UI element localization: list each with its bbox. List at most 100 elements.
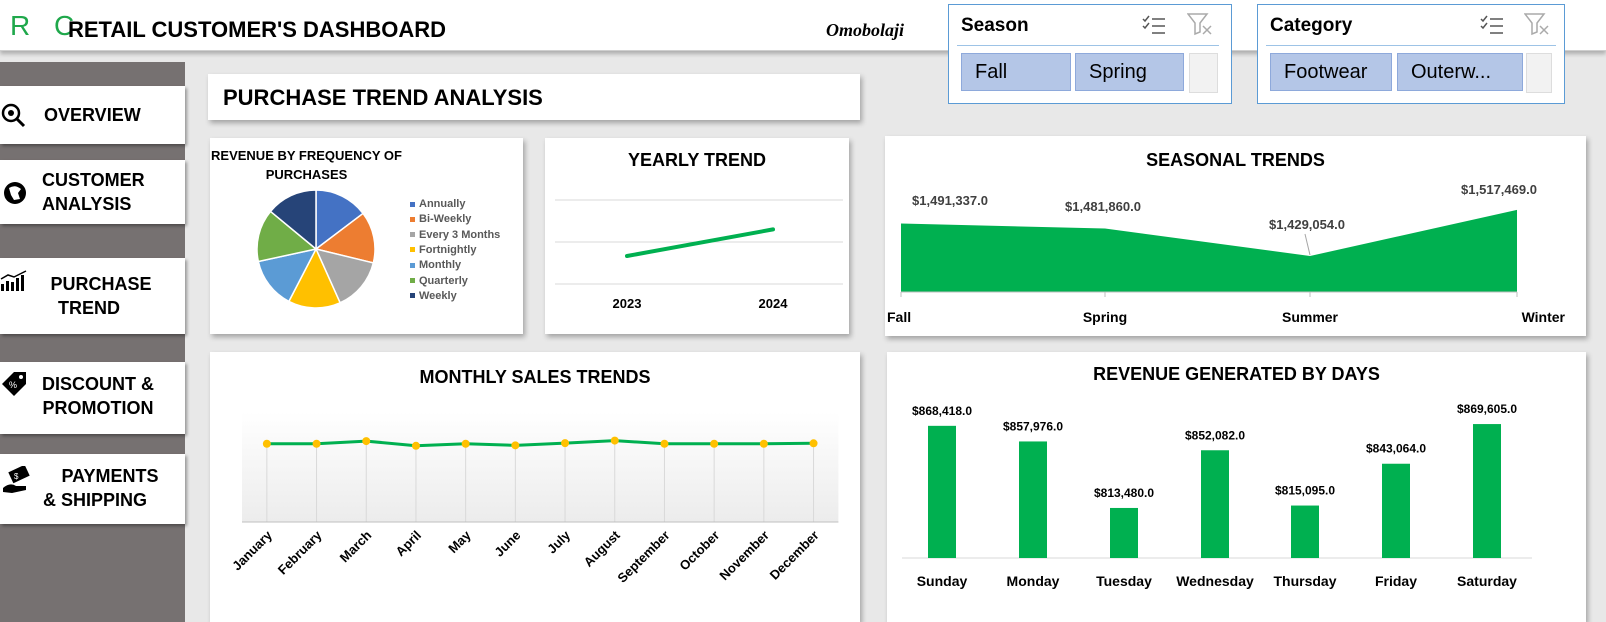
- season-scroll[interactable]: [1189, 53, 1218, 93]
- nav-customer-label-1: CUSTOMER: [42, 170, 145, 190]
- nav-purchase-label-1: PURCHASE: [50, 274, 152, 294]
- days-bar: [1110, 507, 1138, 558]
- monthly-x-label: June: [491, 528, 523, 560]
- plot-area: [242, 412, 839, 522]
- legend-swatch: [410, 201, 415, 207]
- dashboard-title: RETAIL CUSTOMER'S DASHBOARD: [68, 17, 447, 42]
- pie-chart: [256, 189, 376, 309]
- seasonal-x-label: Fall: [887, 309, 911, 325]
- days-bar: [1201, 450, 1229, 558]
- category-chip-outerwear[interactable]: Outerw...: [1397, 53, 1523, 91]
- multi-select-icon[interactable]: [1142, 14, 1166, 36]
- days-bar: [1019, 441, 1047, 558]
- category-chip-footwear[interactable]: Footwear: [1270, 53, 1392, 91]
- days-chart: $868,418.0 Sunday $857,976.0 Monday $813,480…: [902, 402, 1532, 589]
- monthly-x-label: October: [676, 528, 722, 574]
- pie-legend-item: Monthly: [410, 259, 461, 271]
- season-chip-fall[interactable]: Fall: [961, 53, 1071, 91]
- monthly-x-label: August: [581, 527, 624, 570]
- nav-overview-button[interactable]: OVERVIEW: [0, 86, 185, 144]
- monthly-point: [312, 439, 321, 448]
- monthly-point: [561, 439, 570, 448]
- days-bar: [1291, 505, 1319, 558]
- nav-purchase-trend-button[interactable]: PURCHASE TREND: [0, 258, 185, 334]
- nav-customer-label-2: ANALYSIS: [42, 194, 132, 214]
- category-slicer: Category Footwear Outerw...: [1257, 4, 1565, 104]
- days-data-label: $813,480.0: [1094, 486, 1154, 500]
- season-chip-spring[interactable]: Spring: [1075, 53, 1184, 91]
- seasonal-area: [901, 209, 1517, 292]
- category-scroll[interactable]: [1526, 53, 1552, 93]
- days-x-label: Friday: [1375, 573, 1417, 589]
- pie-legend-item: Quarterly: [410, 275, 468, 287]
- bar-chart-icon: [0, 270, 27, 291]
- clear-filter-icon[interactable]: [1524, 12, 1550, 36]
- monthly-x-label: November: [716, 528, 772, 584]
- multi-select-icon[interactable]: [1480, 14, 1504, 36]
- frequency-pie-card: REVENUE BY FREQUENCY OF PURCHASES Annual…: [210, 138, 523, 334]
- monthly-x-label: July: [544, 527, 574, 557]
- monthly-x-label: April: [393, 528, 425, 560]
- monthly-chart: January February March April May June July Augu…: [229, 412, 839, 586]
- days-data-label: $869,605.0: [1457, 402, 1517, 416]
- seasonal-x-label: Winter: [1522, 309, 1566, 325]
- days-data-label: $843,064.0: [1366, 442, 1426, 456]
- monthly-x-label: December: [767, 528, 822, 583]
- days-x-label: Wednesday: [1176, 573, 1254, 589]
- author-name: Omobolaji: [826, 20, 905, 40]
- pie-title-2: PURCHASES: [265, 167, 348, 182]
- days-x-label: Thursday: [1273, 573, 1336, 589]
- days-data-label: $868,418.0: [912, 404, 972, 418]
- seasonal-data-label: $1,429,054.0: [1269, 217, 1345, 232]
- monthly-point: [809, 439, 818, 448]
- days-bar: [928, 425, 956, 558]
- monthly-x-label: January: [229, 527, 275, 573]
- legend-swatch: [410, 247, 415, 253]
- days-data-label: $857,976.0: [1003, 419, 1063, 433]
- monthly-point: [411, 441, 420, 450]
- pie-legend-item: Every 3 Months: [410, 229, 500, 241]
- seasonal-data-label: $1,481,860.0: [1065, 199, 1141, 214]
- seasonal-trends-card: SEASONAL TRENDS $1,491,337.0 $1,481,860.0…: [885, 136, 1586, 336]
- season-slicer-title: Season: [961, 15, 1029, 36]
- globe-icon: [4, 182, 26, 204]
- season-slicer: Season Fall Spring: [948, 4, 1232, 104]
- magnifier-eye-icon: [1, 103, 26, 128]
- svg-text:$: $: [14, 472, 19, 481]
- monthly-point: [610, 436, 619, 445]
- seasonal-data-label: $1,491,337.0: [912, 193, 988, 208]
- legend-swatch: [410, 278, 415, 284]
- revenue-days-card: REVENUE GENERATED BY DAYS $868,418.0 Sund…: [887, 352, 1586, 622]
- yearly-x-label: 2024: [759, 296, 789, 311]
- nav-purchase-label-2: TREND: [58, 298, 120, 318]
- seasonal-x-label: Spring: [1083, 309, 1127, 325]
- days-bar: [1382, 463, 1410, 558]
- legend-swatch: [410, 293, 415, 299]
- nav-payments-label-1: PAYMENTS: [61, 466, 159, 486]
- days-bar: [1473, 424, 1501, 558]
- monthly-point: [262, 439, 271, 448]
- seasonal-data-label: $1,517,469.0: [1461, 182, 1537, 197]
- days-x-label: Sunday: [917, 573, 968, 589]
- pie-title-1: REVENUE BY FREQUENCY OF: [211, 148, 402, 163]
- nav-discount-label-1: DISCOUNT &: [42, 374, 154, 394]
- clear-filter-icon[interactable]: [1187, 12, 1213, 36]
- nav-discount-button[interactable]: % DISCOUNT & PROMOTION: [0, 362, 185, 434]
- monthly-point: [660, 439, 669, 448]
- pie-legend-item: Weekly: [410, 290, 457, 302]
- monthly-x-label: May: [445, 527, 474, 556]
- nav-payments-button[interactable]: $ PAYMENTS & SHIPPING: [0, 454, 185, 524]
- yearly-line: [625, 227, 775, 258]
- svg-text:%: %: [9, 380, 17, 390]
- page-title-card: PURCHASE TREND ANALYSIS: [208, 74, 860, 120]
- monthly-point: [362, 437, 371, 446]
- monthly-x-label: September: [614, 528, 672, 586]
- nav-overview-label: OVERVIEW: [44, 105, 141, 125]
- seasonal-chart: $1,491,337.0 $1,481,860.0 $1,429,054.0 $1,5…: [887, 182, 1566, 325]
- price-tag-icon: %: [2, 372, 26, 396]
- yearly-trend-card: YEARLY TREND 2023 2024: [545, 138, 849, 334]
- pie-legend-item: Bi-Weekly: [410, 213, 471, 225]
- days-x-label: Tuesday: [1096, 573, 1152, 589]
- days-x-label: Saturday: [1457, 573, 1517, 589]
- page-title: PURCHASE TREND ANALYSIS: [223, 85, 543, 110]
